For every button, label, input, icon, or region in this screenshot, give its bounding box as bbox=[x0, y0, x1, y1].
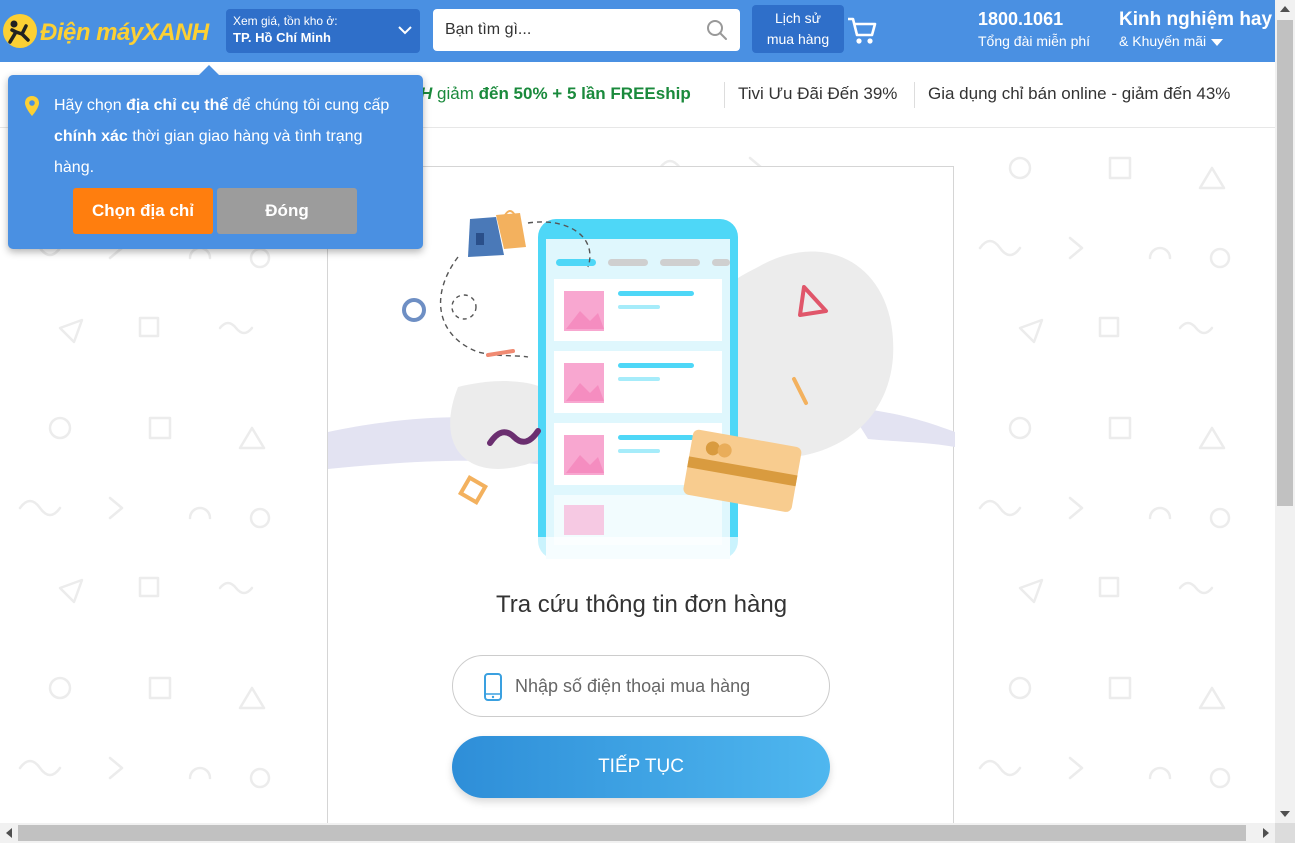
scroll-down-arrow-icon[interactable] bbox=[1280, 811, 1290, 817]
horizontal-scrollbar[interactable] bbox=[0, 823, 1275, 843]
promo-title: Kinh nghiệm hay bbox=[1119, 9, 1273, 30]
promo-sub: & Khuyến mãi bbox=[1119, 33, 1272, 49]
divider bbox=[724, 82, 725, 108]
site-logo[interactable]: Điện máyXANH bbox=[0, 10, 222, 52]
promo1-prefix: giảm bbox=[437, 84, 474, 103]
site-header: Điện máyXANH Xem giá, tồn kho ở: TP. Hồ … bbox=[0, 0, 1275, 62]
page-title: Tra cứu thông tin đơn hàng bbox=[495, 591, 788, 618]
scroll-left-arrow-icon[interactable] bbox=[6, 828, 12, 838]
order-history-line1: Lịch sử bbox=[775, 10, 821, 26]
order-history-button[interactable]: Lịch sử mua hàng bbox=[752, 5, 844, 53]
hotline[interactable]: 1800.1061 Tổng đài miễn phí bbox=[978, 9, 1090, 49]
continue-button[interactable]: TIẾP TỤC bbox=[452, 736, 830, 798]
location-label: Xem giá, tồn kho ở: bbox=[233, 14, 338, 28]
caret-down-icon bbox=[1211, 38, 1224, 46]
promo1-bold: đến 50% + 5 lần FREEship bbox=[478, 84, 691, 103]
cart-icon[interactable] bbox=[846, 16, 878, 46]
location-value: TP. Hồ Chí Minh bbox=[233, 30, 331, 45]
horizontal-scroll-thumb[interactable] bbox=[18, 825, 1246, 841]
search-input[interactable] bbox=[433, 9, 693, 51]
logo-text: Điện máyXANH bbox=[40, 19, 209, 46]
order-history-line2: mua hàng bbox=[766, 31, 830, 47]
vertical-scroll-thumb[interactable] bbox=[1277, 20, 1293, 506]
promo-menu[interactable]: Kinh nghiệm hay & Khuyến mãi bbox=[1119, 9, 1272, 49]
location-selector[interactable]: Xem giá, tồn kho ở: TP. Hồ Chí Minh bbox=[226, 9, 420, 53]
location-pin-icon bbox=[25, 96, 39, 116]
promo-link-tivi[interactable]: Tivi Ưu Đãi Đến 39% bbox=[738, 84, 897, 104]
order-lookup-illustration bbox=[328, 210, 955, 567]
scroll-right-arrow-icon[interactable] bbox=[1263, 828, 1269, 838]
close-tooltip-button[interactable]: Đóng bbox=[217, 188, 357, 234]
location-tooltip: Hãy chọn địa chỉ cụ thể để chúng tôi cun… bbox=[8, 65, 423, 249]
scrollbar-corner bbox=[1275, 823, 1295, 843]
tooltip-message: Hãy chọn địa chỉ cụ thể để chúng tôi cun… bbox=[54, 97, 390, 176]
phone-field bbox=[452, 655, 830, 717]
choose-address-button[interactable]: Chọn địa chỉ bbox=[73, 188, 213, 234]
logo-mark-icon bbox=[3, 14, 37, 48]
search-box bbox=[433, 9, 740, 51]
divider bbox=[914, 82, 915, 108]
hotline-number: 1800.1061 bbox=[978, 9, 1064, 29]
chevron-down-icon bbox=[398, 26, 412, 35]
mobile-phone-icon bbox=[484, 673, 502, 701]
promo-link-freeship[interactable]: H giảm đến 50% + 5 lần FREEship bbox=[420, 84, 691, 104]
scroll-up-arrow-icon[interactable] bbox=[1280, 6, 1290, 12]
vertical-scrollbar[interactable] bbox=[1275, 0, 1295, 823]
promo-link-giadung[interactable]: Gia dụng chỉ bán online - giảm đến 43% bbox=[928, 84, 1230, 104]
hotline-label: Tổng đài miễn phí bbox=[978, 33, 1091, 49]
search-icon[interactable] bbox=[706, 19, 728, 41]
order-lookup-card: Tra cứu thông tin đơn hàng TIẾP TỤC bbox=[327, 166, 955, 826]
phone-input[interactable] bbox=[515, 656, 815, 716]
